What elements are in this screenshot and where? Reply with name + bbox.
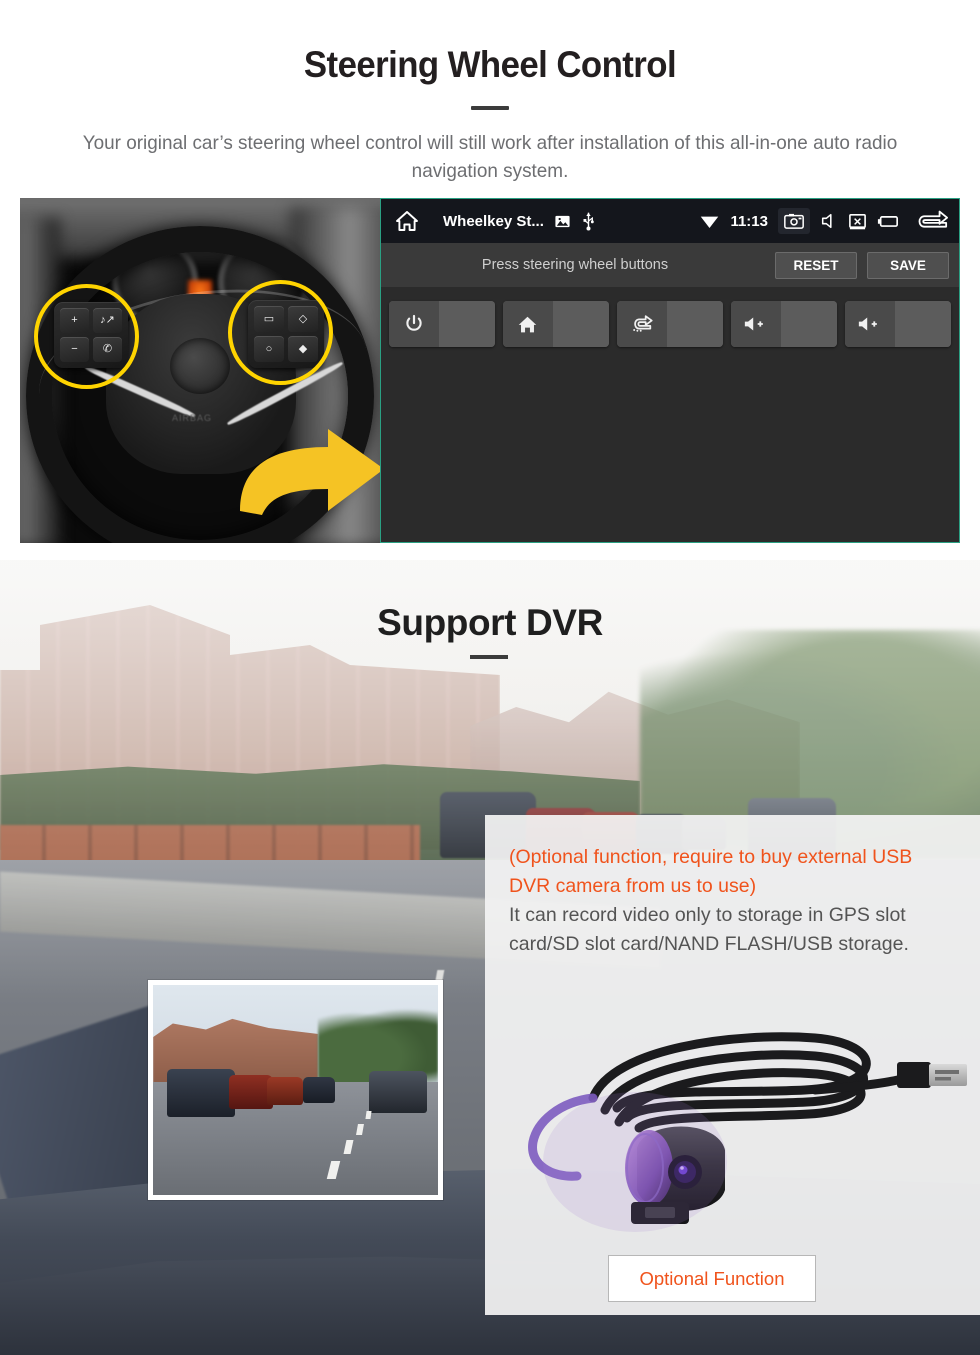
volume-up-icon (845, 301, 895, 347)
wheelkey-action-bar: Press steering wheel buttons RESET SAVE (381, 243, 959, 287)
close-screen-icon[interactable] (848, 212, 867, 231)
optional-function-button[interactable]: Optional Function (608, 1255, 816, 1302)
steering-wheel-photo: AIRBAG + ♪↗ − ✆ ▭ ◇ ○ ◆ (20, 198, 380, 543)
dvr-info-panel: (Optional function, require to buy exter… (485, 815, 980, 1315)
highlight-circle-right (228, 280, 333, 385)
key-mapping-volume-up-2[interactable] (845, 301, 951, 347)
volume-up-icon (731, 301, 781, 347)
volume-icon[interactable] (820, 212, 838, 230)
head-unit-screenshot: Wheelkey St... 11:13 Press steering whee… (380, 198, 960, 543)
back-icon (617, 301, 667, 347)
android-status-bar: Wheelkey St... 11:13 (381, 199, 959, 243)
page-subtitle: Your original car’s steering wheel contr… (82, 132, 898, 182)
usb-connector-icon (897, 1062, 967, 1088)
highlight-circle-left (34, 284, 139, 389)
steering-wheel-control-section: Steering Wheel Control Your original car… (0, 0, 980, 560)
section-title-divider (470, 655, 508, 659)
wifi-icon (699, 212, 720, 230)
usb-dvr-camera-image (528, 1032, 967, 1232)
key-mapping-home[interactable] (503, 301, 609, 347)
title-divider (471, 106, 509, 110)
gallery-icon (554, 213, 571, 230)
key-mapping-back[interactable] (617, 301, 723, 347)
key-mapping-value (894, 301, 951, 347)
wheelkey-mapping-row (381, 287, 959, 347)
key-mapping-value (666, 301, 723, 347)
home-icon (503, 301, 553, 347)
save-button[interactable]: SAVE (867, 251, 949, 279)
instruction-text: Press steering wheel buttons (481, 257, 669, 273)
support-dvr-section: Support DVR (Optional function, require … (0, 560, 980, 1355)
key-mapping-value (552, 301, 609, 347)
horn-pad (170, 338, 230, 394)
usb-icon (581, 211, 596, 231)
key-mapping-volume-up-1[interactable] (731, 301, 837, 347)
power-icon (389, 301, 439, 347)
section-title: Support DVR (377, 602, 603, 643)
screenshot-icon[interactable] (778, 208, 810, 234)
recents-icon[interactable] (877, 213, 899, 229)
optional-notice-text: (Optional function, require to buy exter… (509, 846, 913, 897)
key-mapping-value (780, 301, 837, 347)
statusbar-app-title: Wheelkey St... (443, 212, 544, 230)
steering-media-row: AIRBAG + ♪↗ − ✆ ▭ ◇ ○ ◆ Wheelkey St... 1… (20, 198, 960, 543)
back-icon[interactable] (915, 209, 949, 233)
statusbar-clock: 11:13 (730, 212, 768, 230)
dvr-description-text: It can record video only to storage in G… (509, 903, 909, 955)
reset-button[interactable]: RESET (775, 251, 857, 279)
home-icon[interactable] (395, 209, 419, 233)
airbag-label: AIRBAG (172, 413, 213, 423)
key-mapping-power[interactable] (389, 301, 495, 347)
key-mapping-value (438, 301, 495, 347)
page-title: Steering Wheel Control (303, 44, 677, 85)
dashcam-inset-image (148, 980, 443, 1200)
